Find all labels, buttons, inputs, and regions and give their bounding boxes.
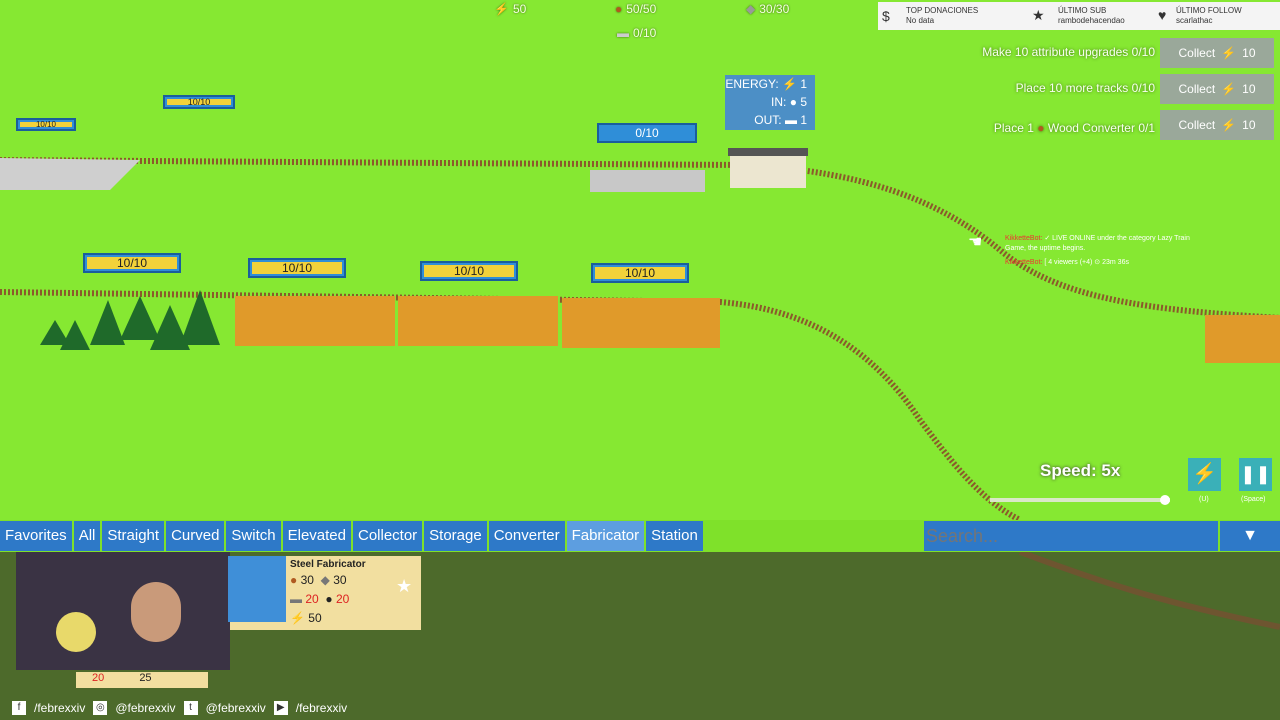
stone-storage-bar: 10/10 [163,95,235,109]
collapse-panel-button[interactable]: ▼ [1220,521,1280,551]
category-tabs: Favorites All Straight Curved Switch Ele… [0,521,705,551]
tab-storage[interactable]: Storage [424,521,487,551]
log-icon: ● [290,573,298,587]
webcam-overlay [16,552,230,670]
track-network [1018,552,1280,630]
steel-icon: ▬ [784,113,797,127]
tab-elevated[interactable]: Elevated [282,521,351,551]
wood-counter: ● 50/50 [615,2,657,16]
quest-1: Make 10 attribute upgrades 0/10 [982,45,1155,59]
heart-icon: ♥ [1158,7,1167,23]
collect-button-3[interactable]: Collect ⚡ 10 [1160,110,1274,140]
collect-button-2[interactable]: Collect ⚡ 10 [1160,74,1274,104]
facebook-icon: f [12,701,26,715]
tab-all[interactable]: All [73,521,101,551]
twitter-icon: t [183,701,198,715]
search-input[interactable] [924,521,1218,551]
quest-2: Place 10 more tracks 0/10 [1015,81,1155,95]
steel-fabricator-card[interactable]: Steel Fabricator ● 30 ◆ 30 ▬ 20 ● 20 ⚡ 5… [228,556,421,630]
chat-overlay: KikketteBot: ✓ LIVE ONLINE under the cat… [1005,234,1205,268]
favorite-star-icon[interactable]: ★ [396,576,412,597]
lightning-icon: ⚡ [1221,118,1237,132]
lamp-icon [56,612,96,652]
social-links-bar: f/febrexxiv ◎ @febrexxiv t @febrexxiv ▶/fe… [0,697,420,719]
quest-3: Place 1 ● Wood Converter 0/1 [993,121,1155,135]
hand-cursor-icon: ☚ [968,234,983,251]
collect-button-1[interactable]: Collect ⚡ 10 [1160,38,1274,68]
instagram-icon: ◎ [93,701,108,715]
lightning-icon: ⚡ [494,2,509,16]
speed-slider[interactable] [990,495,1170,505]
station-storage-bar: 0/10 [597,123,697,143]
energy-counter: ⚡ 50 [494,2,527,16]
coal-icon: ● [325,592,333,606]
collector-bar-1: 10/10 [83,253,181,273]
lightning-icon: ⚡ [1221,82,1237,96]
money-bag-icon: $ [882,8,890,24]
tab-curved[interactable]: Curved [166,521,225,551]
search-box[interactable] [924,521,1218,551]
collector-bar-2: 10/10 [248,258,346,278]
log-icon: ● [789,95,797,109]
collector-bar-4: 10/10 [591,263,689,283]
pause-button[interactable]: ❚❚ [1239,458,1272,491]
game-scene[interactable]: ⚡ 50 ● 50/50 ◆ 30/30 ▬ 0/10 10/10 10/10 … [0,0,1280,520]
steel-fabricator-thumbnail [228,556,286,622]
tab-station[interactable]: Station [646,521,703,551]
chevron-down-icon: ▼ [1242,527,1258,544]
collector-bar-small: 10/10 [16,118,76,131]
lightning-icon: ⚡ [290,611,305,625]
tab-fabricator[interactable]: Fabricator [566,521,645,551]
chat-message: KikketteBot: [ 4 viewers (+4) ⊙ 23m 36s [1005,259,1129,266]
stream-info-bar: $ TOP DONACIONES No data ★ ÚLTIMO SUB ra… [878,2,1280,30]
stone-icon: ◆ [746,2,756,16]
item-card-2[interactable]: 20 25 [76,672,208,688]
youtube-icon: ▶ [273,701,288,715]
steel-counter: ▬ 0/10 [617,26,657,40]
log-icon: ● [1037,121,1045,135]
lightning-icon: ⚡ [1221,46,1237,60]
tab-collector[interactable]: Collector [352,521,423,551]
streamer-face [131,582,181,642]
stone-counter: ◆ 30/30 [746,2,790,16]
stone-icon: ◆ [320,573,330,587]
speed-slider-thumb[interactable] [1160,495,1170,505]
star-icon: ★ [1032,7,1045,23]
tab-favorites[interactable]: Favorites [0,521,72,551]
steel-icon: ▬ [617,26,629,40]
energy-boost-button[interactable]: ⚡ [1188,458,1221,491]
steel-icon: ▬ [290,592,302,606]
chat-message: KikketteBot: ✓ LIVE ONLINE under the cat… [1005,235,1190,252]
tab-switch[interactable]: Switch [226,521,281,551]
tab-straight[interactable]: Straight [102,521,165,551]
log-icon: ● [615,2,623,16]
speed-label: Speed: 5x [1040,461,1121,480]
tab-converter[interactable]: Converter [488,521,565,551]
collector-bar-3: 10/10 [420,261,518,281]
station-info-panel: ENERGY: ⚡ 1 IN: ● 5 OUT: ▬ 1 [725,75,815,130]
lightning-icon: ⚡ [782,77,797,91]
